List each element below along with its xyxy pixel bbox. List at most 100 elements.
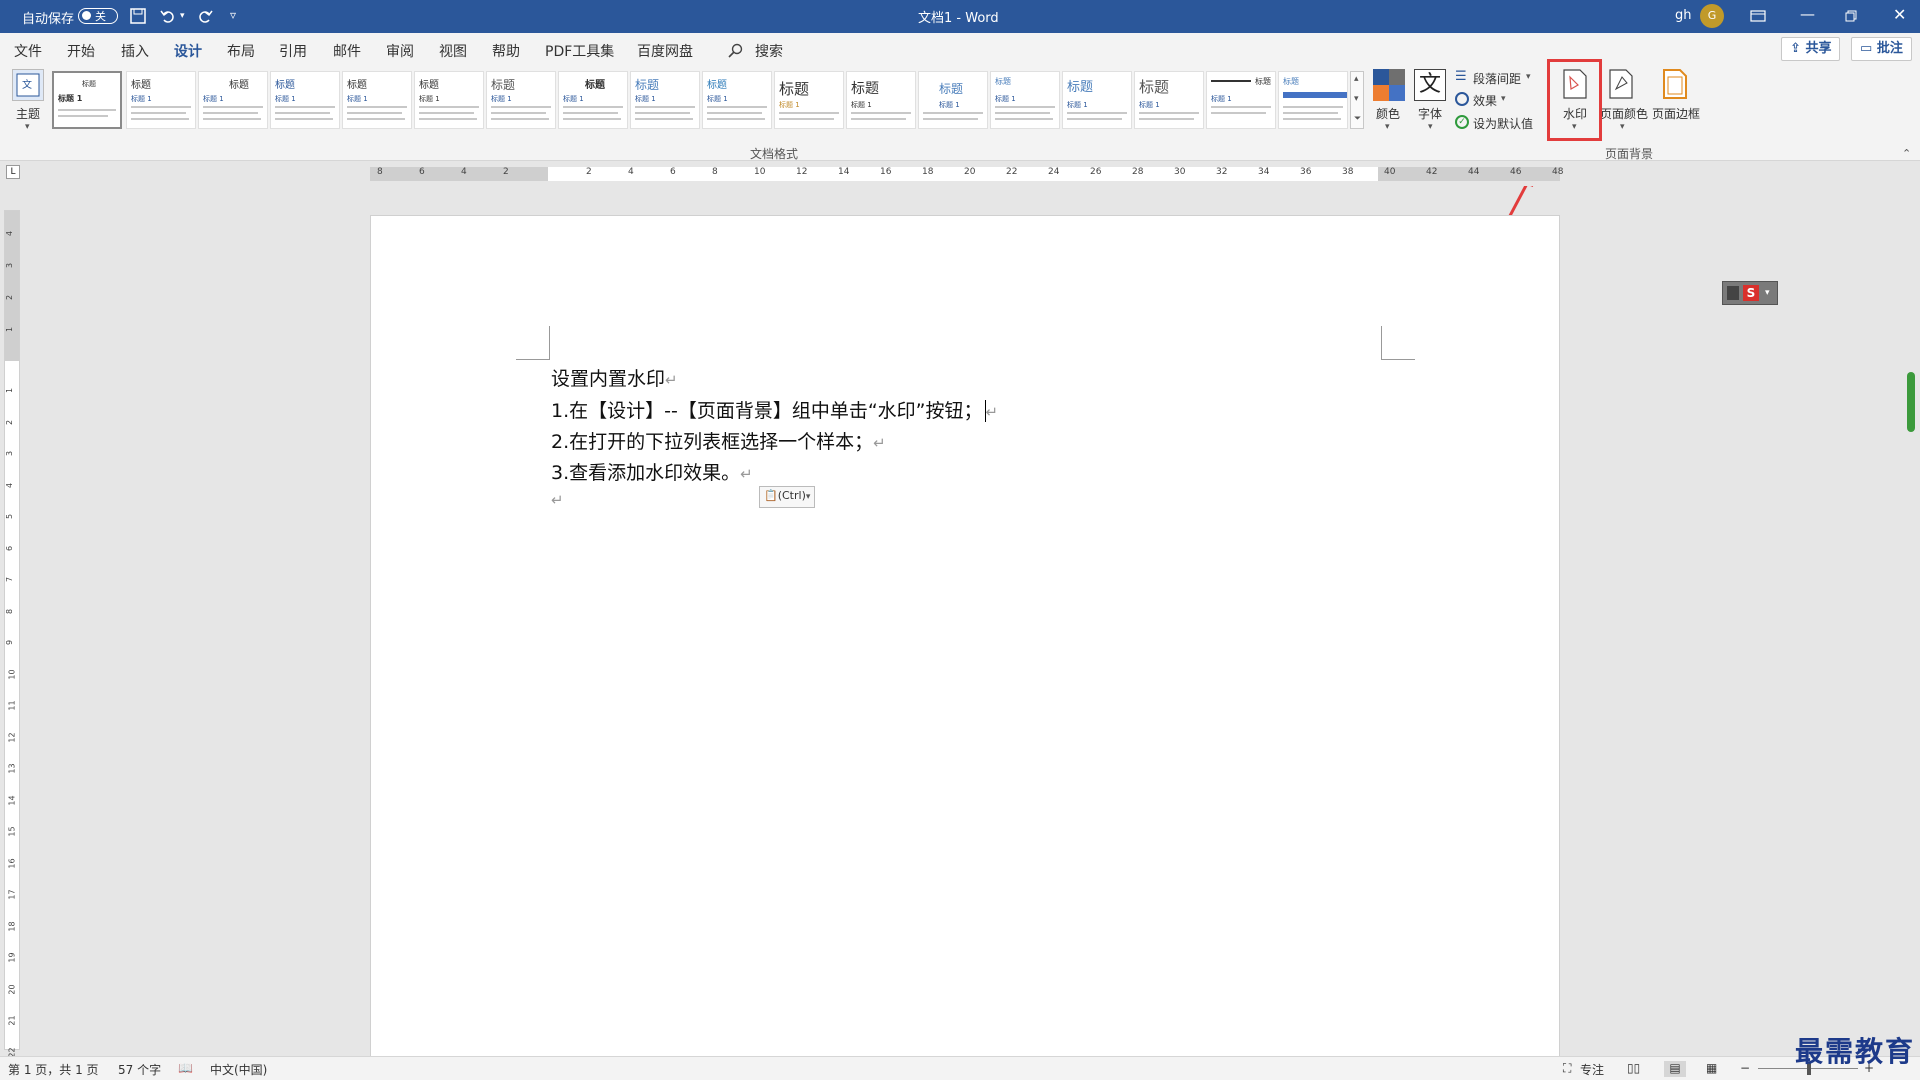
gallery-scroll[interactable]: ▴ ▾ ⏷ xyxy=(1350,71,1364,129)
style-set-tile[interactable]: 标题 标题 1 xyxy=(918,71,988,129)
web-layout-icon[interactable]: ▦ xyxy=(1706,1061,1717,1075)
style-set-tile[interactable]: 标题 标题 1 xyxy=(414,71,484,129)
page-color-icon[interactable] xyxy=(1608,69,1634,99)
effects-icon[interactable] xyxy=(1455,92,1469,106)
style-set-tile[interactable]: 标题 标题 1 xyxy=(702,71,772,129)
style-set-tile[interactable]: 标题 标题 1 xyxy=(774,71,844,129)
tab-mailings[interactable]: 邮件 xyxy=(333,41,361,61)
style-set-tile[interactable]: 标题 标题 1 xyxy=(342,71,412,129)
close-icon[interactable]: ✕ xyxy=(1893,5,1906,24)
keyboard-icon[interactable] xyxy=(1727,286,1739,300)
tab-references[interactable]: 引用 xyxy=(279,41,307,61)
tile-text-line xyxy=(203,118,261,120)
style-set-tile[interactable]: 标题 标题 1 xyxy=(630,71,700,129)
sogou-logo-icon[interactable]: S xyxy=(1743,285,1759,301)
tab-view[interactable]: 视图 xyxy=(439,41,467,61)
style-set-tile[interactable]: 标题 标题 1 xyxy=(1206,71,1276,129)
page-color-label[interactable]: 页面颜色 xyxy=(1600,105,1648,122)
autosave-toggle[interactable]: 关 xyxy=(78,8,118,24)
style-set-tile[interactable]: 标题 标题 1 xyxy=(126,71,196,129)
document-page[interactable]: 设置内置水印↵ 1.在【设计】--【页面背景】组中单击“水印”按钮； ↵ 2.在打… xyxy=(370,215,1560,1060)
ribbon-display-icon[interactable] xyxy=(1750,10,1766,22)
page-borders-label[interactable]: 页面边框 xyxy=(1652,105,1700,122)
gallery-more-icon[interactable]: ⏷ xyxy=(1354,114,1361,124)
undo-icon[interactable] xyxy=(160,8,176,24)
print-layout-icon[interactable]: ▤ xyxy=(1664,1061,1686,1077)
comments-button[interactable]: ▭ 批注 xyxy=(1851,37,1912,61)
tab-design[interactable]: 设计 xyxy=(174,41,202,68)
style-set-tile[interactable]: 标题 标题 1 xyxy=(52,71,122,129)
effects-dropdown-icon[interactable]: ▾ xyxy=(1501,94,1506,104)
tab-help[interactable]: 帮助 xyxy=(492,41,520,61)
vertical-ruler[interactable]: 4 3 2 1 1 2 3 4 5 6 7 8 9 10 11 12 13 14 15 16 17 18 19 20 21 22 xyxy=(4,210,20,1057)
style-set-tile[interactable]: 标题 标题 1 xyxy=(486,71,556,129)
horizontal-ruler[interactable]: 8 6 4 2 2 4 6 8 10 12 14 16 18 20 22 24 26 28 30 32 34 36 38 40… xyxy=(370,167,1563,181)
collapse-ribbon-icon[interactable]: ⌃ xyxy=(1902,147,1911,160)
paragraph-spacing-icon[interactable]: ☰ xyxy=(1455,69,1467,84)
style-tile-heading: 标题 1 xyxy=(58,94,83,103)
tab-file[interactable]: 文件 xyxy=(14,41,42,61)
themes-icon[interactable]: 文 xyxy=(12,69,44,101)
search-label[interactable]: 搜索 xyxy=(755,41,783,61)
fonts-icon[interactable]: 文 xyxy=(1414,69,1446,101)
doc-paragraph[interactable]: 设置内置水印↵ xyxy=(551,364,678,391)
style-set-tile[interactable]: 标题 标题 1 xyxy=(846,71,916,129)
effects-label[interactable]: 效果 xyxy=(1473,92,1497,109)
doc-paragraph[interactable]: 1.在【设计】--【页面背景】组中单击“水印”按钮； ↵ xyxy=(551,396,998,423)
paragraph-spacing-dropdown-icon[interactable]: ▾ xyxy=(1526,72,1531,82)
doc-paragraph[interactable]: ↵ xyxy=(551,488,564,510)
colors-label[interactable]: 颜色 xyxy=(1376,105,1400,122)
style-set-tile[interactable]: 标题 标题 1 xyxy=(990,71,1060,129)
proofing-icon[interactable]: 📖 xyxy=(178,1061,193,1075)
tab-pdf-tools[interactable]: PDF工具集 xyxy=(545,41,614,61)
themes-dropdown-icon[interactable]: ▾ xyxy=(25,122,30,132)
page-color-dropdown-icon[interactable]: ▾ xyxy=(1620,122,1625,132)
customize-toolbar-icon[interactable]: ▿ xyxy=(230,8,236,22)
read-mode-icon[interactable]: ▯▯ xyxy=(1627,1061,1640,1075)
tab-review[interactable]: 审阅 xyxy=(386,41,414,61)
style-set-tile[interactable]: 标题 标题 1 xyxy=(1062,71,1132,129)
save-icon[interactable] xyxy=(130,8,146,24)
focus-icon[interactable]: ⛶ xyxy=(1563,1061,1571,1076)
zoom-out-icon[interactable]: − xyxy=(1740,1061,1750,1075)
style-set-tile[interactable]: 标题 标题 1 xyxy=(558,71,628,129)
fonts-label[interactable]: 字体 xyxy=(1418,105,1442,122)
tab-home[interactable]: 开始 xyxy=(67,41,95,61)
tab-baidu-netdisk[interactable]: 百度网盘 xyxy=(637,41,693,61)
restore-icon[interactable] xyxy=(1845,10,1857,22)
style-set-tile[interactable]: 标题 xyxy=(1278,71,1348,129)
avatar[interactable]: G xyxy=(1700,4,1724,28)
focus-label[interactable]: 专注 xyxy=(1580,1061,1604,1078)
tab-layout[interactable]: 布局 xyxy=(227,41,255,61)
redo-icon[interactable] xyxy=(197,8,213,24)
doc-paragraph[interactable]: 3.查看添加水印效果。↵ xyxy=(551,458,753,485)
tab-stop-selector[interactable]: L xyxy=(6,165,20,179)
ime-toolbar[interactable]: S ▾ xyxy=(1722,281,1778,305)
minimize-icon[interactable]: — xyxy=(1800,5,1815,23)
paste-options-button[interactable]: 📋(Ctrl)▾ xyxy=(759,486,816,508)
set-default-label[interactable]: 设为默认值 xyxy=(1473,115,1533,132)
paragraph-spacing-label[interactable]: 段落间距 xyxy=(1473,70,1521,87)
fonts-dropdown-icon[interactable]: ▾ xyxy=(1428,122,1433,132)
themes-label[interactable]: 主题 xyxy=(16,105,40,122)
search-icon[interactable] xyxy=(728,43,743,58)
user-name[interactable]: gh xyxy=(1675,8,1692,23)
language[interactable]: 中文(中国) xyxy=(210,1061,267,1078)
style-set-tile[interactable]: 标题 标题 1 xyxy=(1134,71,1204,129)
ime-menu-icon[interactable]: ▾ xyxy=(1765,288,1770,298)
style-set-tile[interactable]: 标题 标题 1 xyxy=(198,71,268,129)
undo-dropdown-icon[interactable]: ▾ xyxy=(180,11,185,21)
gallery-up-icon[interactable]: ▴ xyxy=(1354,74,1359,84)
tab-insert[interactable]: 插入 xyxy=(121,41,149,61)
word-count[interactable]: 57 个字 xyxy=(118,1061,161,1078)
page-borders-icon[interactable] xyxy=(1662,69,1688,99)
vertical-scrollbar[interactable] xyxy=(1907,372,1915,432)
tile-text-line xyxy=(1067,118,1122,120)
colors-dropdown-icon[interactable]: ▾ xyxy=(1385,122,1390,132)
share-button[interactable]: ⇪ 共享 xyxy=(1781,37,1841,61)
gallery-down-icon[interactable]: ▾ xyxy=(1354,94,1359,104)
doc-paragraph[interactable]: 2.在打开的下拉列表框选择一个样本；↵ xyxy=(551,427,886,454)
colors-icon[interactable] xyxy=(1373,69,1405,101)
page-info[interactable]: 第 1 页，共 1 页 xyxy=(8,1061,99,1078)
style-set-tile[interactable]: 标题 标题 1 xyxy=(270,71,340,129)
